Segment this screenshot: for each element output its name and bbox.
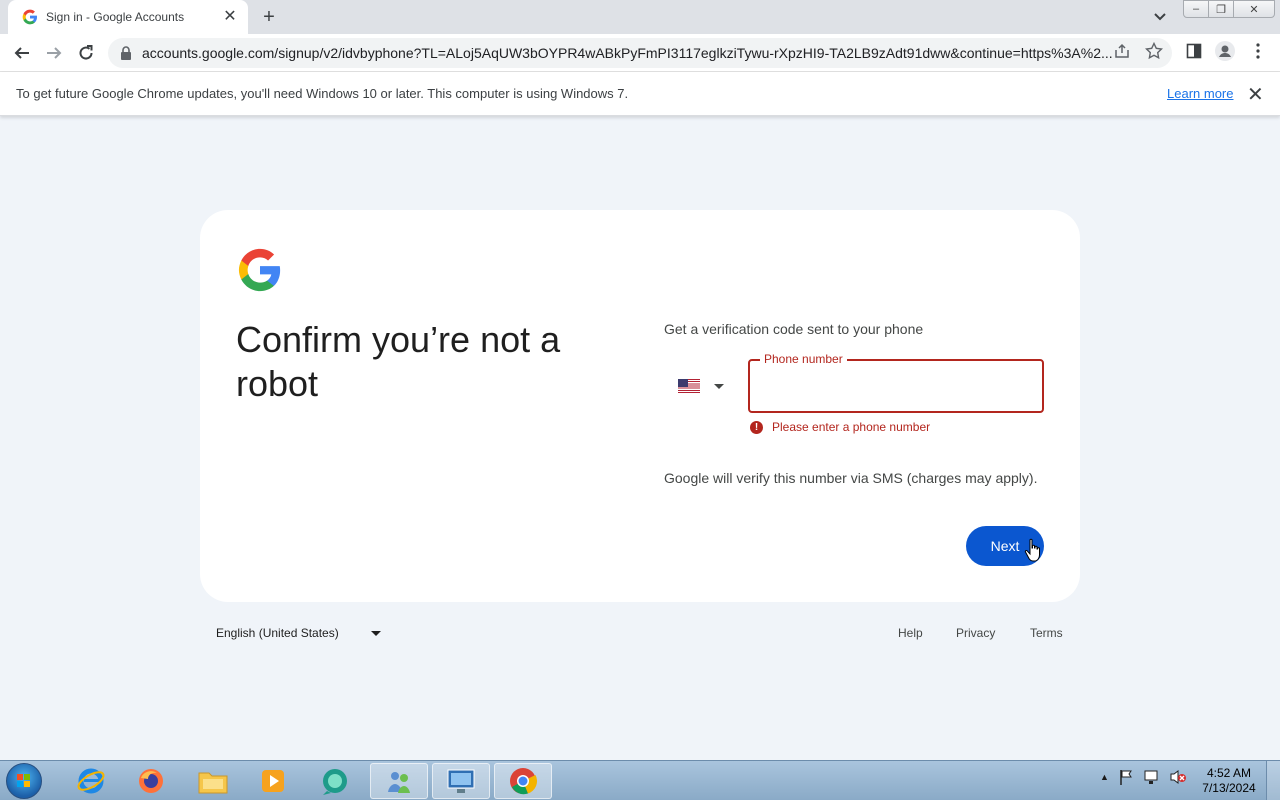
learn-more-link[interactable]: Learn more: [1167, 86, 1233, 101]
page-heading: Confirm you’re not a robot: [236, 319, 561, 404]
error-icon: !: [750, 420, 763, 434]
tray-expand-icon[interactable]: ▲: [1100, 772, 1109, 782]
help-link[interactable]: Help: [898, 626, 923, 640]
chrome-icon[interactable]: [494, 763, 552, 799]
side-panel-icon[interactable]: [1184, 41, 1204, 61]
privacy-link[interactable]: Privacy: [956, 626, 995, 640]
update-infobar: To get future Google Chrome updates, you…: [0, 72, 1280, 116]
forward-arrow-icon[interactable]: [42, 41, 66, 65]
phone-error-message: ! Please enter a phone number: [750, 420, 930, 434]
address-bar[interactable]: accounts.google.com/signup/v2/idvbyphone…: [108, 38, 1172, 68]
infobar-close-icon[interactable]: ✕: [1247, 82, 1264, 107]
country-dropdown-caret-icon: [714, 383, 724, 389]
phone-number-field[interactable]: Phone number: [748, 352, 1044, 413]
action-center-flag-icon[interactable]: [1119, 769, 1133, 785]
clock-date: 7/13/2024: [1202, 781, 1256, 795]
terms-link[interactable]: Terms: [1030, 626, 1063, 640]
tab-google-accounts[interactable]: Sign in - Google Accounts ✕: [8, 0, 248, 34]
signin-card: Confirm you’re not a robot Get a verific…: [200, 210, 1080, 602]
google-logo-icon: [238, 248, 281, 292]
system-tray: ▲: [1100, 769, 1187, 785]
infobar-message: To get future Google Chrome updates, you…: [16, 86, 629, 101]
language-selector[interactable]: English (United States): [216, 626, 381, 640]
volume-muted-icon[interactable]: [1169, 769, 1187, 785]
hand-cursor-icon: [1024, 538, 1040, 562]
firefox-icon[interactable]: [122, 763, 180, 799]
phone-number-input[interactable]: [764, 375, 1024, 397]
taskbar-clock[interactable]: 4:52 AM 7/13/2024: [1200, 766, 1258, 796]
internet-explorer-icon[interactable]: [62, 763, 120, 799]
phone-number-label: Phone number: [760, 352, 847, 366]
menu-kebab-icon[interactable]: [1248, 41, 1268, 61]
language-label: English (United States): [216, 626, 339, 640]
new-tab-icon[interactable]: +: [258, 6, 280, 28]
language-dropdown-caret-icon: [370, 630, 381, 636]
tab-search-chevron-icon[interactable]: [1150, 8, 1170, 26]
reload-icon[interactable]: [74, 41, 98, 65]
phone-error-text: Please enter a phone number: [772, 420, 931, 434]
tab-close-icon[interactable]: ✕: [222, 9, 238, 25]
bookmark-star-icon[interactable]: [1144, 41, 1164, 61]
clock-time: 4:52 AM: [1206, 766, 1252, 780]
tab-title: Sign in - Google Accounts: [46, 10, 185, 24]
share-icon[interactable]: [1112, 41, 1132, 61]
tab-strip: Sign in - Google Accounts ✕ + ‒ ❐ ✕: [0, 0, 1280, 34]
google-favicon-icon: [22, 9, 37, 25]
us-flag-icon: [678, 379, 700, 393]
browser-toolbar: accounts.google.com/signup/v2/idvbyphone…: [0, 34, 1280, 72]
sms-verify-note: Google will verify this number via SMS (…: [664, 470, 1038, 486]
profile-avatar-icon[interactable]: [1215, 41, 1235, 61]
windows-logo-icon: [17, 774, 30, 787]
url-text: accounts.google.com/signup/v2/idvbyphone…: [142, 45, 1113, 61]
lock-icon[interactable]: [120, 46, 132, 60]
chat-app-icon[interactable]: [306, 763, 364, 799]
remote-desktop-icon[interactable]: [432, 763, 490, 799]
page-subtitle: Get a verification code sent to your pho…: [664, 321, 924, 337]
show-desktop-button[interactable]: [1266, 761, 1280, 800]
window-restore-button[interactable]: ❐: [1208, 0, 1234, 18]
start-button[interactable]: [6, 763, 42, 799]
window-close-button[interactable]: ✕: [1233, 0, 1275, 18]
network-icon[interactable]: [1143, 769, 1159, 785]
country-selector[interactable]: [678, 376, 732, 396]
window-minimize-button[interactable]: ‒: [1183, 0, 1209, 18]
windows-taskbar: ▲ 4:52 AM 7/13/2024: [0, 760, 1280, 800]
users-app-icon[interactable]: [370, 763, 428, 799]
media-player-icon[interactable]: [244, 763, 302, 799]
back-arrow-icon[interactable]: [10, 41, 34, 65]
file-explorer-icon[interactable]: [184, 763, 242, 799]
